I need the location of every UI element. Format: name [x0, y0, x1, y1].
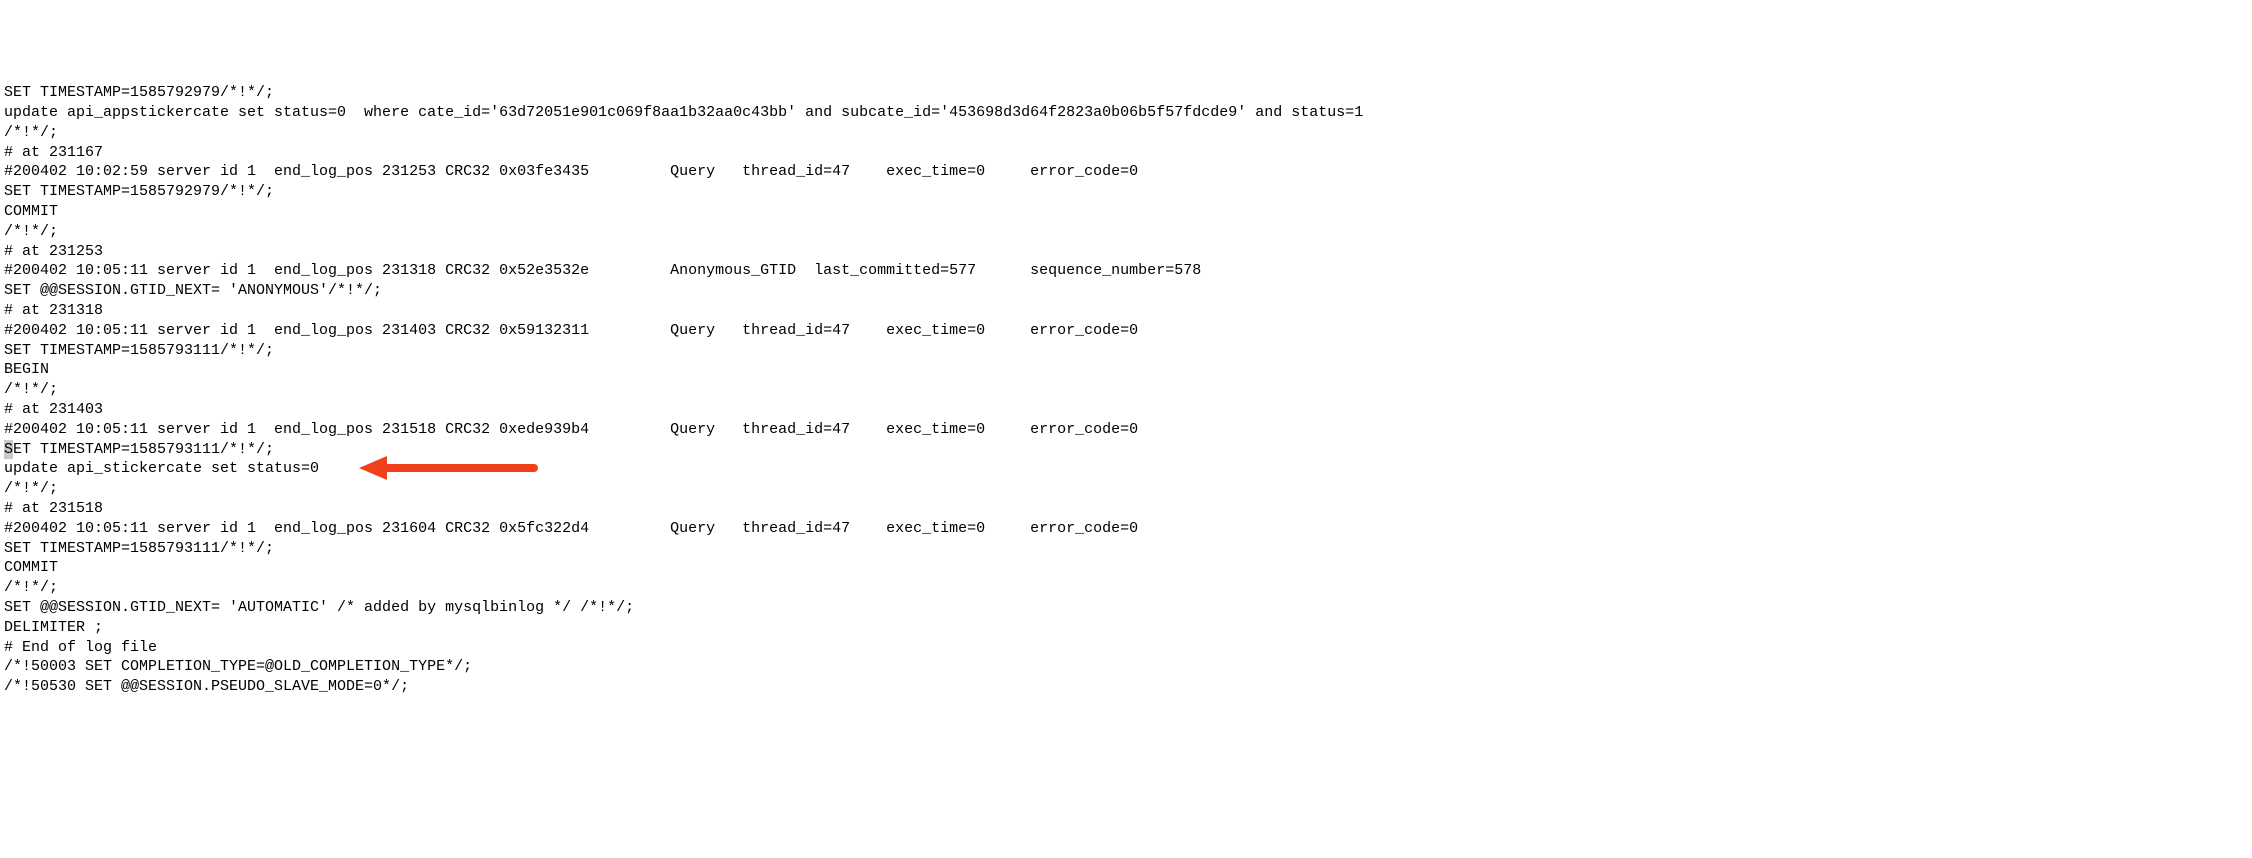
log-line: SET TIMESTAMP=1585793111/*!*/; [4, 341, 2248, 361]
log-line: # at 231403 [4, 400, 2248, 420]
log-line: update api_appstickercate set status=0 w… [4, 103, 2248, 123]
log-line: /*!*/; [4, 578, 2248, 598]
cursor-highlight: S [4, 440, 13, 460]
log-line: SET @@SESSION.GTID_NEXT= 'AUTOMATIC' /* … [4, 598, 2248, 618]
log-output: SET TIMESTAMP=1585792979/*!*/;update api… [4, 83, 2248, 697]
log-line: /*!50530 SET @@SESSION.PSEUDO_SLAVE_MODE… [4, 677, 2248, 697]
log-line: SET TIMESTAMP=1585792979/*!*/; [4, 182, 2248, 202]
log-line: # at 231518 [4, 499, 2248, 519]
log-line: #200402 10:02:59 server id 1 end_log_pos… [4, 162, 2248, 182]
log-line: #200402 10:05:11 server id 1 end_log_pos… [4, 261, 2248, 281]
log-line: #200402 10:05:11 server id 1 end_log_pos… [4, 420, 2248, 440]
log-line: DELIMITER ; [4, 618, 2248, 638]
log-line: # End of log file [4, 638, 2248, 658]
log-line: # at 231167 [4, 143, 2248, 163]
arrow-left-icon [359, 454, 539, 482]
log-line-highlighted: SET TIMESTAMP=1585793111/*!*/; [4, 440, 2248, 460]
log-line: /*!*/; [4, 222, 2248, 242]
log-line-arrow-target: update api_stickercate set status=0 [4, 459, 2248, 479]
log-line: SET TIMESTAMP=1585793111/*!*/; [4, 539, 2248, 559]
log-line: # at 231253 [4, 242, 2248, 262]
annotation-arrow [359, 468, 539, 469]
log-line: #200402 10:05:11 server id 1 end_log_pos… [4, 321, 2248, 341]
log-line: /*!*/; [4, 479, 2248, 499]
log-line: BEGIN [4, 360, 2248, 380]
log-line: /*!50003 SET COMPLETION_TYPE=@OLD_COMPLE… [4, 657, 2248, 677]
log-line: SET @@SESSION.GTID_NEXT= 'ANONYMOUS'/*!*… [4, 281, 2248, 301]
log-line: # at 231318 [4, 301, 2248, 321]
log-line: COMMIT [4, 202, 2248, 222]
log-line: COMMIT [4, 558, 2248, 578]
log-line: #200402 10:05:11 server id 1 end_log_pos… [4, 519, 2248, 539]
log-line: /*!*/; [4, 123, 2248, 143]
log-line: /*!*/; [4, 380, 2248, 400]
log-line: SET TIMESTAMP=1585792979/*!*/; [4, 83, 2248, 103]
